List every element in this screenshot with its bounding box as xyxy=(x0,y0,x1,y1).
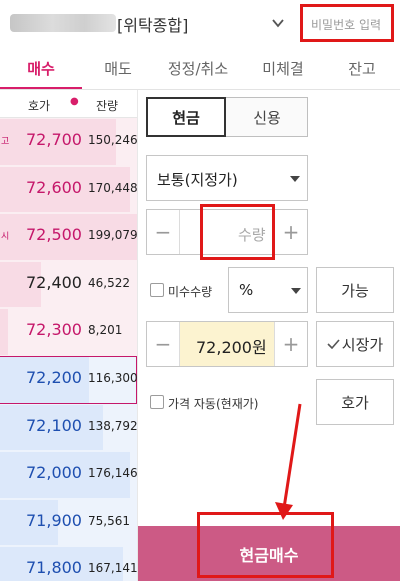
tab-buy[interactable]: 매수 xyxy=(0,46,82,90)
orderbook-qty: 150,246 xyxy=(88,133,137,147)
orderbook-row[interactable]: 72,200 116,300 xyxy=(0,355,137,404)
available-button[interactable]: 가능 xyxy=(316,267,394,313)
volume-bar xyxy=(0,309,8,355)
qty-plus-button[interactable]: + xyxy=(275,210,307,254)
password-placeholder: 비밀번호 입력 xyxy=(311,18,382,32)
price-minus-button[interactable]: − xyxy=(147,322,179,366)
orderbook-row[interactable]: 고 72,700 150,246 xyxy=(0,118,137,166)
price-marker: 시 xyxy=(1,232,10,243)
col-price-header: 호가 xyxy=(28,99,51,113)
orderbook-qty: 199,079 xyxy=(88,228,137,243)
dot-icon: ● xyxy=(70,96,79,107)
order-book-rows: 고 72,700 150,246 72,600 170,448 시 72,500 199,07… xyxy=(0,118,137,581)
orderbook-price[interactable]: 71,800 xyxy=(26,558,82,577)
orderbook-row[interactable]: 71,800 167,141 xyxy=(0,546,137,581)
account-name[interactable]: [위탁종합] xyxy=(117,12,188,36)
orderbook-price[interactable]: 72,200 xyxy=(26,368,82,387)
stepper-divider xyxy=(179,210,180,254)
orderbook-qty: 138,792 xyxy=(88,418,137,433)
credit-button[interactable]: 신용 xyxy=(227,98,307,136)
orderbook-qty: 176,146 xyxy=(88,466,137,481)
odd-lot-checkbox[interactable] xyxy=(150,283,164,297)
order-kind-value: 보통(지정가) xyxy=(157,171,238,189)
orderbook-qty: 116,300 xyxy=(88,370,137,385)
price-marker: 고 xyxy=(1,137,10,147)
orderbook-row[interactable]: 시 72,500 199,079 xyxy=(0,213,137,261)
caret-down-icon xyxy=(290,176,300,182)
hoga-button[interactable]: 호가 xyxy=(316,379,394,425)
auto-price-label: 가격 자동(현재가) xyxy=(168,397,259,411)
order-type-toggle: 현금 신용 xyxy=(146,97,308,137)
orderbook-row[interactable]: 72,100 138,792 xyxy=(0,403,137,452)
orderbook-row[interactable]: 72,000 176,146 xyxy=(0,451,137,499)
cash-button[interactable]: 현금 xyxy=(146,97,226,137)
percent-value: % xyxy=(239,281,254,299)
orderbook-qty: 167,141 xyxy=(88,561,137,576)
col-qty-header: 잔량 xyxy=(96,99,119,113)
percent-select[interactable]: % xyxy=(228,267,308,313)
orderbook-price[interactable]: 72,500 xyxy=(26,225,82,244)
tab-unfilled[interactable]: 미체결 xyxy=(242,46,324,90)
orderbook-row[interactable]: 72,400 46,522 xyxy=(0,260,137,309)
orderbook-price[interactable]: 72,000 xyxy=(26,463,82,482)
order-kind-select[interactable]: 보통(지정가) xyxy=(146,155,308,201)
caret-down-icon xyxy=(291,288,301,294)
check-icon xyxy=(327,339,340,349)
orderbook-qty: 46,522 xyxy=(88,275,130,290)
orderbook-price[interactable]: 71,900 xyxy=(26,511,82,530)
orderbook-qty: 75,561 xyxy=(88,513,130,528)
orderbook-qty: 170,448 xyxy=(88,180,137,195)
tab-balance[interactable]: 잔고 xyxy=(324,46,400,90)
order-book: 호가 ● 잔량 고 72,700 150,246 72,600 170,448 시 72,5… xyxy=(0,90,137,581)
orderbook-price[interactable]: 72,600 xyxy=(26,178,82,197)
quantity-highlight-box xyxy=(200,204,275,260)
submit-highlight-box xyxy=(197,512,334,578)
chevron-down-icon[interactable] xyxy=(271,16,285,30)
account-number-redacted xyxy=(10,14,116,32)
tab-modify-cancel[interactable]: 정정/취소 xyxy=(154,46,242,90)
order-panel: 현금 신용 보통(지정가) − + 수량 미수수량 % 가능 − + 72,20… xyxy=(138,90,400,581)
orderbook-row[interactable]: 72,600 170,448 xyxy=(0,165,137,214)
order-book-header: 호가 ● 잔량 xyxy=(0,90,137,118)
market-price-label: 시장가 xyxy=(341,335,384,354)
auto-price-checkbox[interactable] xyxy=(150,395,164,409)
orderbook-price[interactable]: 72,700 xyxy=(26,130,82,149)
header: [위탁종합] 비밀번호 입력 xyxy=(0,0,400,46)
price-value: 72,200원 xyxy=(196,338,267,357)
orderbook-price[interactable]: 72,300 xyxy=(26,320,82,339)
market-price-button[interactable]: 시장가 xyxy=(316,321,394,367)
password-input[interactable]: 비밀번호 입력 xyxy=(300,4,394,42)
orderbook-price[interactable]: 72,100 xyxy=(26,416,82,435)
tab-sell[interactable]: 매도 xyxy=(82,46,154,90)
odd-lot-label: 미수수량 xyxy=(168,285,213,299)
stepper-divider xyxy=(179,322,180,366)
orderbook-row[interactable]: 71,900 75,561 xyxy=(0,498,137,547)
orderbook-qty: 8,201 xyxy=(88,323,123,338)
price-plus-button[interactable]: + xyxy=(275,322,307,366)
qty-minus-button[interactable]: − xyxy=(147,210,179,254)
orderbook-row[interactable]: 72,300 8,201 xyxy=(0,308,137,356)
orderbook-price[interactable]: 72,400 xyxy=(26,273,82,292)
order-tabs: 매수 매도 정정/취소 미체결 잔고 xyxy=(0,46,400,90)
